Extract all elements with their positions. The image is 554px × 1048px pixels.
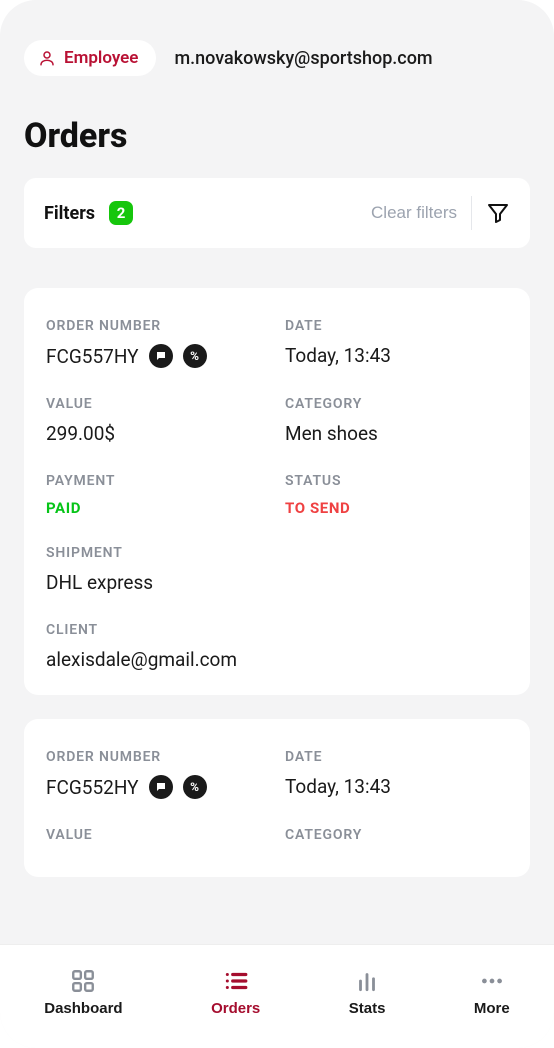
label-value: VALUE — [46, 827, 269, 843]
value-payment: PAID — [46, 499, 269, 517]
value-client: alexisdale@gmail.com — [46, 648, 508, 671]
filter-button[interactable] — [486, 201, 510, 225]
clear-filters-button[interactable]: Clear filters — [371, 203, 457, 223]
value-category: Men shoes — [285, 422, 508, 445]
filter-icon — [486, 201, 510, 225]
grid-icon — [70, 968, 96, 994]
filters-bar: Filters 2 Clear filters — [24, 178, 530, 248]
percent-icon: % — [183, 775, 207, 799]
label-category: CATEGORY — [285, 827, 508, 843]
filter-count-badge: 2 — [109, 201, 133, 225]
nav-more[interactable]: More — [474, 968, 510, 1017]
label-category: CATEGORY — [285, 396, 508, 412]
person-icon — [38, 49, 56, 67]
value-order-number: FCG552HY — [46, 776, 139, 799]
filters-label: Filters — [44, 203, 95, 224]
value-date: Today, 13:43 — [285, 775, 508, 798]
value-shipment: DHL express — [46, 571, 508, 594]
label-shipment: SHIPMENT — [46, 545, 508, 561]
order-card[interactable]: ORDER NUMBER FCG552HY % DATE Today, 13:4… — [24, 719, 530, 877]
more-icon — [479, 968, 505, 994]
user-email: m.novakowsky@sportshop.com — [174, 48, 432, 69]
role-badge: Employee — [24, 40, 156, 76]
bar-chart-icon — [354, 968, 380, 994]
value-order-number: FCG557HY — [46, 345, 139, 368]
nav-label: More — [474, 1000, 510, 1017]
nav-label: Stats — [349, 1000, 386, 1017]
label-date: DATE — [285, 749, 508, 765]
label-date: DATE — [285, 318, 508, 334]
role-label: Employee — [64, 48, 138, 68]
chat-icon — [149, 775, 173, 799]
value-status: TO SEND — [285, 499, 508, 517]
nav-stats[interactable]: Stats — [349, 968, 386, 1017]
label-order-number: ORDER NUMBER — [46, 749, 269, 765]
label-value: VALUE — [46, 396, 269, 412]
chat-icon — [149, 344, 173, 368]
nav-dashboard[interactable]: Dashboard — [44, 968, 122, 1017]
page-title: Orders — [24, 116, 530, 156]
nav-label: Orders — [211, 1000, 260, 1017]
label-status: STATUS — [285, 473, 508, 489]
value-amount: 299.00$ — [46, 422, 269, 445]
label-payment: PAYMENT — [46, 473, 269, 489]
bottom-nav: Dashboard Orders — [0, 944, 554, 1048]
nav-orders[interactable]: Orders — [211, 968, 260, 1017]
percent-icon: % — [183, 344, 207, 368]
order-card[interactable]: ORDER NUMBER FCG557HY % DATE Today, 13:4… — [24, 288, 530, 695]
label-client: CLIENT — [46, 622, 508, 638]
header-row: Employee m.novakowsky@sportshop.com — [24, 40, 530, 76]
nav-label: Dashboard — [44, 1000, 122, 1017]
list-icon — [223, 968, 249, 994]
value-date: Today, 13:43 — [285, 344, 508, 367]
divider — [471, 196, 472, 230]
label-order-number: ORDER NUMBER — [46, 318, 269, 334]
